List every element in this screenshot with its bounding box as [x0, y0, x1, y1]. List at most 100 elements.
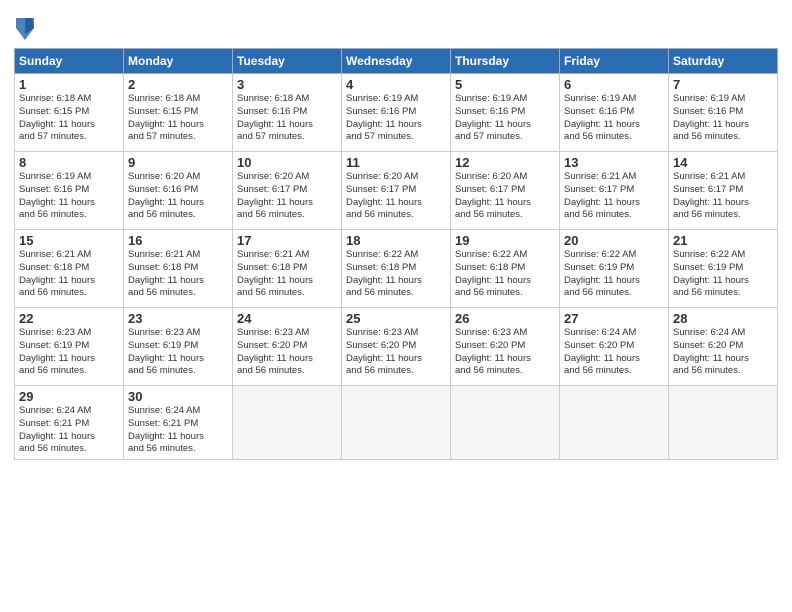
- day-number: 5: [455, 77, 555, 92]
- day-detail: Sunrise: 6:21 AM Sunset: 6:18 PM Dayligh…: [237, 249, 337, 300]
- day-cell: 27Sunrise: 6:24 AM Sunset: 6:20 PM Dayli…: [560, 308, 669, 386]
- day-cell: 23Sunrise: 6:23 AM Sunset: 6:19 PM Dayli…: [124, 308, 233, 386]
- day-detail: Sunrise: 6:21 AM Sunset: 6:18 PM Dayligh…: [128, 249, 228, 300]
- calendar-body: 1Sunrise: 6:18 AM Sunset: 6:15 PM Daylig…: [15, 74, 778, 460]
- day-detail: Sunrise: 6:18 AM Sunset: 6:15 PM Dayligh…: [19, 93, 119, 144]
- day-cell: [451, 386, 560, 460]
- week-row-4: 29Sunrise: 6:24 AM Sunset: 6:21 PM Dayli…: [15, 386, 778, 460]
- day-number: 4: [346, 77, 446, 92]
- week-row-2: 15Sunrise: 6:21 AM Sunset: 6:18 PM Dayli…: [15, 230, 778, 308]
- day-cell: [669, 386, 778, 460]
- day-detail: Sunrise: 6:24 AM Sunset: 6:21 PM Dayligh…: [128, 405, 228, 456]
- header-cell-wednesday: Wednesday: [342, 49, 451, 74]
- day-number: 6: [564, 77, 664, 92]
- day-cell: 30Sunrise: 6:24 AM Sunset: 6:21 PM Dayli…: [124, 386, 233, 460]
- calendar-header: SundayMondayTuesdayWednesdayThursdayFrid…: [15, 49, 778, 74]
- day-number: 16: [128, 233, 228, 248]
- day-detail: Sunrise: 6:23 AM Sunset: 6:20 PM Dayligh…: [346, 327, 446, 378]
- day-number: 3: [237, 77, 337, 92]
- logo-icon: [14, 14, 36, 42]
- week-row-3: 22Sunrise: 6:23 AM Sunset: 6:19 PM Dayli…: [15, 308, 778, 386]
- day-cell: 10Sunrise: 6:20 AM Sunset: 6:17 PM Dayli…: [233, 152, 342, 230]
- day-detail: Sunrise: 6:23 AM Sunset: 6:20 PM Dayligh…: [237, 327, 337, 378]
- day-cell: 17Sunrise: 6:21 AM Sunset: 6:18 PM Dayli…: [233, 230, 342, 308]
- day-cell: 1Sunrise: 6:18 AM Sunset: 6:15 PM Daylig…: [15, 74, 124, 152]
- day-cell: 24Sunrise: 6:23 AM Sunset: 6:20 PM Dayli…: [233, 308, 342, 386]
- day-cell: [342, 386, 451, 460]
- day-cell: 14Sunrise: 6:21 AM Sunset: 6:17 PM Dayli…: [669, 152, 778, 230]
- day-detail: Sunrise: 6:24 AM Sunset: 6:20 PM Dayligh…: [564, 327, 664, 378]
- day-detail: Sunrise: 6:19 AM Sunset: 6:16 PM Dayligh…: [19, 171, 119, 222]
- day-number: 1: [19, 77, 119, 92]
- day-detail: Sunrise: 6:19 AM Sunset: 6:16 PM Dayligh…: [673, 93, 773, 144]
- day-detail: Sunrise: 6:22 AM Sunset: 6:19 PM Dayligh…: [673, 249, 773, 300]
- day-detail: Sunrise: 6:24 AM Sunset: 6:21 PM Dayligh…: [19, 405, 119, 456]
- header-cell-saturday: Saturday: [669, 49, 778, 74]
- day-detail: Sunrise: 6:20 AM Sunset: 6:17 PM Dayligh…: [237, 171, 337, 222]
- day-number: 29: [19, 389, 119, 404]
- day-cell: 7Sunrise: 6:19 AM Sunset: 6:16 PM Daylig…: [669, 74, 778, 152]
- day-detail: Sunrise: 6:23 AM Sunset: 6:19 PM Dayligh…: [19, 327, 119, 378]
- day-number: 7: [673, 77, 773, 92]
- day-cell: 26Sunrise: 6:23 AM Sunset: 6:20 PM Dayli…: [451, 308, 560, 386]
- day-number: 26: [455, 311, 555, 326]
- day-detail: Sunrise: 6:21 AM Sunset: 6:17 PM Dayligh…: [673, 171, 773, 222]
- day-cell: 29Sunrise: 6:24 AM Sunset: 6:21 PM Dayli…: [15, 386, 124, 460]
- day-detail: Sunrise: 6:21 AM Sunset: 6:17 PM Dayligh…: [564, 171, 664, 222]
- calendar-table: SundayMondayTuesdayWednesdayThursdayFrid…: [14, 48, 778, 460]
- day-detail: Sunrise: 6:22 AM Sunset: 6:19 PM Dayligh…: [564, 249, 664, 300]
- header-cell-sunday: Sunday: [15, 49, 124, 74]
- day-cell: 6Sunrise: 6:19 AM Sunset: 6:16 PM Daylig…: [560, 74, 669, 152]
- header-cell-friday: Friday: [560, 49, 669, 74]
- day-number: 2: [128, 77, 228, 92]
- day-cell: 16Sunrise: 6:21 AM Sunset: 6:18 PM Dayli…: [124, 230, 233, 308]
- day-detail: Sunrise: 6:18 AM Sunset: 6:16 PM Dayligh…: [237, 93, 337, 144]
- day-cell: 22Sunrise: 6:23 AM Sunset: 6:19 PM Dayli…: [15, 308, 124, 386]
- day-detail: Sunrise: 6:20 AM Sunset: 6:16 PM Dayligh…: [128, 171, 228, 222]
- day-cell: 19Sunrise: 6:22 AM Sunset: 6:18 PM Dayli…: [451, 230, 560, 308]
- day-cell: 21Sunrise: 6:22 AM Sunset: 6:19 PM Dayli…: [669, 230, 778, 308]
- day-detail: Sunrise: 6:19 AM Sunset: 6:16 PM Dayligh…: [346, 93, 446, 144]
- day-detail: Sunrise: 6:23 AM Sunset: 6:20 PM Dayligh…: [455, 327, 555, 378]
- day-number: 11: [346, 155, 446, 170]
- day-cell: 18Sunrise: 6:22 AM Sunset: 6:18 PM Dayli…: [342, 230, 451, 308]
- header: [14, 10, 778, 42]
- day-number: 27: [564, 311, 664, 326]
- day-number: 12: [455, 155, 555, 170]
- header-cell-tuesday: Tuesday: [233, 49, 342, 74]
- header-cell-thursday: Thursday: [451, 49, 560, 74]
- day-number: 19: [455, 233, 555, 248]
- header-row: SundayMondayTuesdayWednesdayThursdayFrid…: [15, 49, 778, 74]
- day-detail: Sunrise: 6:24 AM Sunset: 6:20 PM Dayligh…: [673, 327, 773, 378]
- day-cell: 25Sunrise: 6:23 AM Sunset: 6:20 PM Dayli…: [342, 308, 451, 386]
- week-row-0: 1Sunrise: 6:18 AM Sunset: 6:15 PM Daylig…: [15, 74, 778, 152]
- day-number: 17: [237, 233, 337, 248]
- day-cell: [233, 386, 342, 460]
- day-cell: 15Sunrise: 6:21 AM Sunset: 6:18 PM Dayli…: [15, 230, 124, 308]
- day-cell: 3Sunrise: 6:18 AM Sunset: 6:16 PM Daylig…: [233, 74, 342, 152]
- day-cell: 9Sunrise: 6:20 AM Sunset: 6:16 PM Daylig…: [124, 152, 233, 230]
- day-number: 23: [128, 311, 228, 326]
- day-cell: 13Sunrise: 6:21 AM Sunset: 6:17 PM Dayli…: [560, 152, 669, 230]
- day-cell: [560, 386, 669, 460]
- calendar-page: SundayMondayTuesdayWednesdayThursdayFrid…: [0, 0, 792, 612]
- day-number: 8: [19, 155, 119, 170]
- day-cell: 8Sunrise: 6:19 AM Sunset: 6:16 PM Daylig…: [15, 152, 124, 230]
- day-number: 18: [346, 233, 446, 248]
- day-number: 24: [237, 311, 337, 326]
- day-detail: Sunrise: 6:22 AM Sunset: 6:18 PM Dayligh…: [346, 249, 446, 300]
- day-number: 10: [237, 155, 337, 170]
- day-cell: 5Sunrise: 6:19 AM Sunset: 6:16 PM Daylig…: [451, 74, 560, 152]
- day-number: 25: [346, 311, 446, 326]
- day-number: 28: [673, 311, 773, 326]
- day-number: 22: [19, 311, 119, 326]
- day-detail: Sunrise: 6:18 AM Sunset: 6:15 PM Dayligh…: [128, 93, 228, 144]
- day-detail: Sunrise: 6:20 AM Sunset: 6:17 PM Dayligh…: [346, 171, 446, 222]
- day-number: 20: [564, 233, 664, 248]
- header-cell-monday: Monday: [124, 49, 233, 74]
- logo: [14, 14, 40, 42]
- day-cell: 28Sunrise: 6:24 AM Sunset: 6:20 PM Dayli…: [669, 308, 778, 386]
- day-cell: 4Sunrise: 6:19 AM Sunset: 6:16 PM Daylig…: [342, 74, 451, 152]
- day-detail: Sunrise: 6:23 AM Sunset: 6:19 PM Dayligh…: [128, 327, 228, 378]
- day-detail: Sunrise: 6:19 AM Sunset: 6:16 PM Dayligh…: [455, 93, 555, 144]
